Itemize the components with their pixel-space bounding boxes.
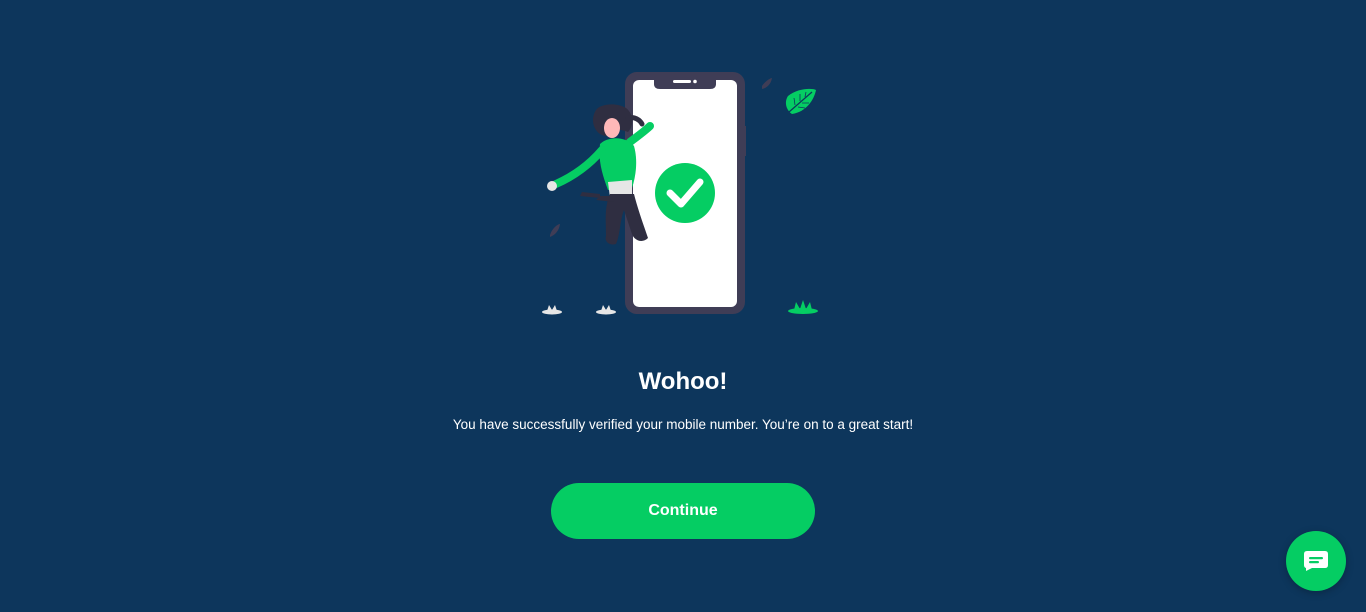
verification-success-page: Wohoo! You have successfully verified yo… <box>0 0 1366 612</box>
continue-button[interactable]: Continue <box>551 483 815 539</box>
page-title: Wohoo! <box>638 368 728 395</box>
success-message: You have successfully verified your mobi… <box>452 417 914 432</box>
success-illustration <box>542 72 818 315</box>
check-circle-icon <box>655 163 715 223</box>
chat-bubble-icon <box>1304 551 1328 571</box>
chat-button[interactable] <box>1286 531 1346 591</box>
phone-illustration <box>625 72 746 314</box>
leaf-icon <box>785 88 816 114</box>
